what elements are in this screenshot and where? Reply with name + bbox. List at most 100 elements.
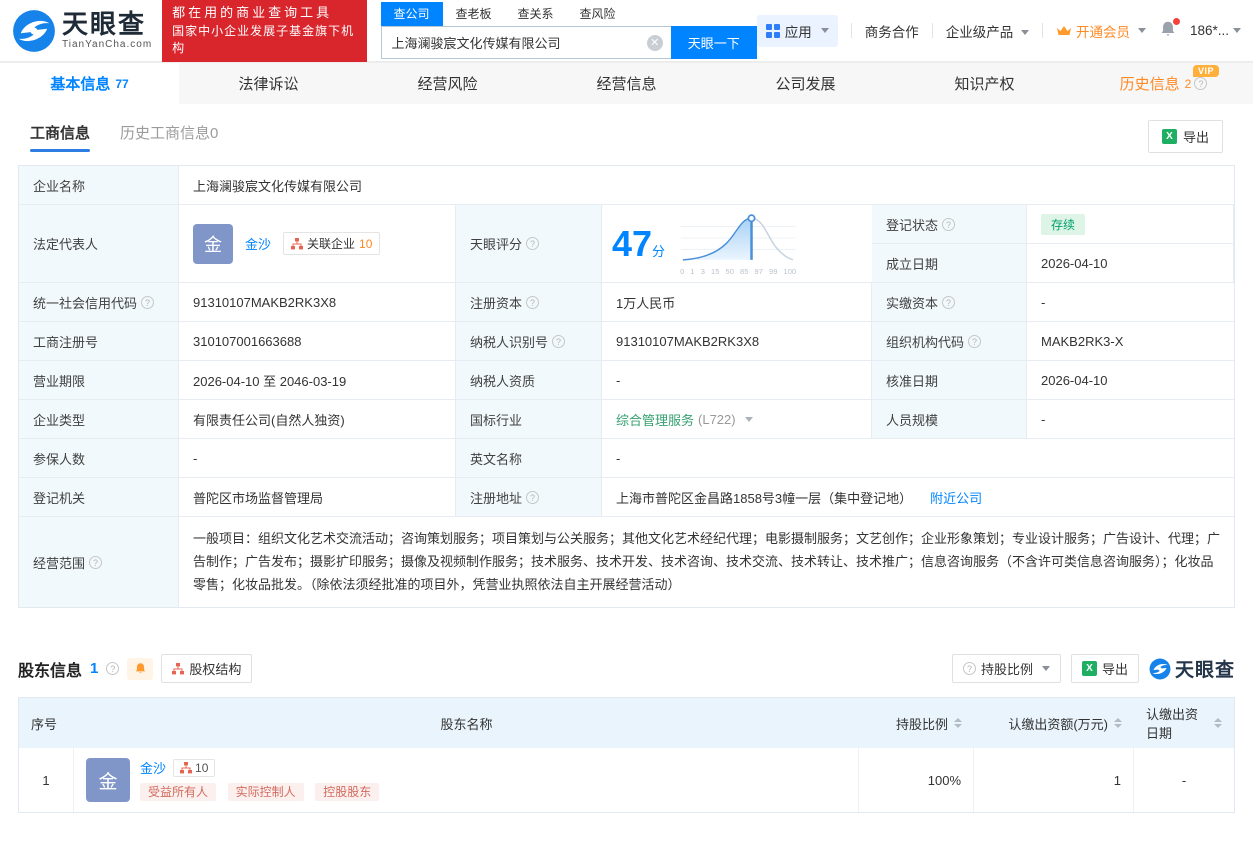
tab-basic-info[interactable]: 基本信息 77 — [0, 63, 179, 104]
field-value-legal-rep: 金 金沙 关联企业 10 — [179, 205, 456, 283]
legal-rep-avatar[interactable]: 金 — [193, 223, 233, 264]
top-header: 天眼查 TianYanCha.com 都在用的商业查询工具 国家中小企业发展子基… — [0, 0, 1253, 63]
field-label-industry: 国标行业 — [456, 400, 602, 439]
monitor-bell-button[interactable] — [127, 657, 154, 680]
field-value-score: 47分 0 1 3 15 50 85 97 99 100 — [602, 205, 872, 283]
value-text: - — [616, 450, 621, 466]
help-icon — [962, 662, 976, 676]
label-text: 企业名称 — [33, 178, 86, 194]
search-tab-relation[interactable]: 查关系 — [505, 2, 567, 26]
search-tab-boss[interactable]: 查老板 — [443, 2, 505, 26]
search-tab-company[interactable]: 查公司 — [380, 2, 443, 26]
value-text: 2026-04-10 — [1041, 255, 1108, 271]
help-icon[interactable] — [526, 295, 540, 309]
value-text: - — [1041, 294, 1046, 310]
label-text: 成立日期 — [886, 256, 939, 272]
label-text: 英文名称 — [470, 451, 523, 467]
business-info-table: 企业名称 上海澜骏宸文化传媒有限公司 法定代表人 金 金沙 关联企业 10 登记… — [18, 165, 1235, 609]
value-text: - — [193, 450, 198, 466]
col-amount[interactable]: 认缴出资额(万元) — [974, 698, 1134, 749]
tab-intellectual-property[interactable]: 知识产权 — [895, 63, 1074, 104]
crown-icon — [1056, 25, 1071, 35]
help-icon[interactable] — [552, 334, 566, 348]
export-label: 导出 — [1182, 130, 1209, 145]
export-button[interactable]: 导出 — [1147, 120, 1223, 153]
tianyancha-logo[interactable]: 天眼查 TianYanCha.com — [12, 9, 152, 53]
tab-company-development[interactable]: 公司发展 — [716, 63, 895, 104]
col-ratio[interactable]: 持股比例 — [859, 698, 974, 749]
help-icon[interactable] — [141, 295, 155, 309]
apps-menu[interactable]: 应用 — [756, 14, 838, 47]
value-text: 2026-04-10 至 2046-03-19 — [193, 373, 347, 389]
search-button[interactable]: 天眼一下 — [670, 26, 757, 59]
field-label-insured: 参保人数 — [19, 439, 179, 478]
help-icon[interactable] — [968, 334, 982, 348]
help-icon[interactable] — [942, 217, 956, 231]
value-text: 91310107MAKB2RK3X8 — [193, 294, 337, 310]
field-label-company-name: 企业名称 — [19, 166, 179, 205]
tag-beneficial-owner[interactable]: 受益所有人 — [140, 783, 217, 802]
search-input[interactable] — [381, 27, 671, 58]
ratio-filter-dropdown[interactable]: 持股比例 — [951, 654, 1061, 684]
user-account-menu[interactable]: 186*... — [1190, 23, 1241, 38]
sort-icon[interactable] — [1214, 718, 1222, 729]
score-distribution-chart: 0 1 3 15 50 85 97 99 100 — [679, 212, 797, 276]
field-label-org-code: 组织机构代码 — [872, 322, 1027, 361]
equity-structure-button[interactable]: 股权结构 — [161, 654, 253, 684]
field-label-reg-status: 登记状态 — [872, 205, 1027, 244]
label-text: 统一社会信用代码 — [33, 295, 138, 311]
legal-rep-name-link[interactable]: 金沙 — [245, 234, 271, 253]
field-label-credit-code: 统一社会信用代码 — [19, 283, 179, 322]
value-text: 310107001663688 — [193, 333, 302, 349]
help-icon[interactable] — [526, 237, 540, 250]
shareholder-name-link[interactable]: 金沙 — [140, 758, 166, 777]
nearby-companies-link[interactable]: 附近公司 — [930, 488, 982, 507]
sort-icon[interactable] — [954, 718, 962, 729]
chevron-down-icon — [1137, 28, 1146, 33]
header-nav: 应用 商务合作 企业级产品 开通会员 186*... — [756, 14, 1241, 47]
col-date[interactable]: 认缴出资日期 — [1134, 698, 1234, 749]
help-icon[interactable] — [942, 295, 956, 309]
tag-controlling-shareholder[interactable]: 控股股东 — [315, 783, 380, 802]
field-value-reg-authority: 普陀区市场监督管理局 — [179, 478, 456, 517]
chevron-down-icon — [1041, 666, 1050, 672]
sort-icon[interactable] — [1114, 718, 1122, 729]
industry-name: 综合管理服务 — [616, 412, 695, 428]
chevron-down-icon — [1233, 28, 1241, 33]
field-value-industry[interactable]: 综合管理服务 (L722) — [602, 400, 872, 439]
label-text: 经营范围 — [33, 555, 86, 571]
nav-business-coop[interactable]: 商务合作 — [865, 21, 919, 41]
subtab-business-info[interactable]: 工商信息 — [30, 122, 91, 152]
tab-operating-info[interactable]: 经营信息 — [537, 63, 716, 104]
help-icon[interactable] — [526, 490, 540, 504]
clear-icon[interactable]: ✕ — [646, 34, 663, 51]
nav-enterprise-product[interactable]: 企业级产品 — [946, 21, 1029, 41]
shareholders-count: 1 — [90, 660, 99, 678]
help-icon[interactable] — [89, 555, 103, 569]
shareholder-avatar[interactable]: 金 — [86, 758, 130, 803]
field-value-org-code: MAKB2RK3-X — [1027, 322, 1234, 361]
tab-history-info[interactable]: VIP 历史信息 2 — [1074, 63, 1253, 104]
tab-count: 77 — [115, 76, 129, 91]
field-value-english-name: - — [602, 439, 1234, 478]
help-icon[interactable] — [1194, 77, 1208, 90]
tag-actual-controller[interactable]: 实际控制人 — [227, 783, 304, 802]
tab-legal-proceedings[interactable]: 法律诉讼 — [179, 63, 358, 104]
field-label-taxpayer-quality: 纳税人资质 — [456, 361, 602, 400]
notification-bell[interactable] — [1159, 18, 1180, 41]
search-tab-risk[interactable]: 查风险 — [567, 2, 629, 26]
label-text: 纳税人资质 — [470, 373, 536, 389]
nav-open-vip[interactable]: 开通会员 — [1056, 21, 1146, 41]
help-icon[interactable] — [106, 662, 120, 676]
field-label-score: 天眼评分 — [456, 205, 602, 283]
notification-dot — [1172, 18, 1180, 25]
related-companies-badge[interactable]: 关联企业 10 — [283, 232, 381, 255]
field-label-approve-date: 核准日期 — [872, 361, 1027, 400]
tab-operating-risk[interactable]: 经营风险 — [358, 63, 537, 104]
shareholders-export-button[interactable]: 导出 — [1070, 654, 1139, 684]
org-chart-icon — [180, 761, 193, 774]
related-count-badge[interactable]: 10 — [173, 758, 216, 777]
user-phone: 186*... — [1189, 23, 1229, 38]
subtab-history-business-info[interactable]: 历史工商信息0 — [120, 122, 218, 152]
status-badge: 存续 — [1041, 213, 1086, 235]
